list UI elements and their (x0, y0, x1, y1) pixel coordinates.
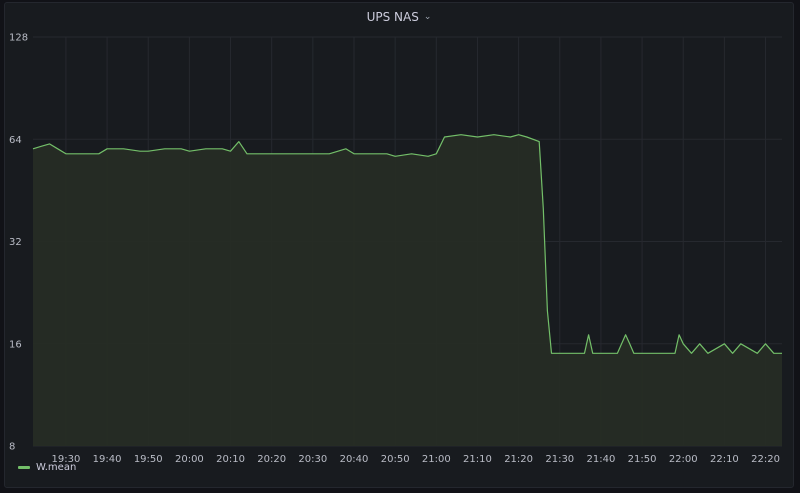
legend-label[interactable]: W.mean (36, 462, 76, 473)
x-tick-label: 20:10 (216, 454, 245, 465)
y-tick-label: 8 (9, 442, 15, 453)
x-tick-label: 21:00 (422, 454, 451, 465)
legend-swatch (18, 466, 30, 469)
x-tick-label: 20:30 (298, 454, 327, 465)
x-tick-label: 20:00 (175, 454, 204, 465)
y-tick-label: 64 (9, 135, 22, 146)
y-tick-label: 16 (9, 339, 22, 350)
y-axis: 8 16 32 64 128 (9, 33, 28, 453)
x-tick-label: 21:50 (628, 454, 657, 465)
x-tick-label: 19:50 (134, 454, 163, 465)
x-tick-label: 21:40 (587, 454, 616, 465)
series-area (33, 134, 782, 446)
x-tick-label: 21:30 (545, 454, 574, 465)
x-tick-label: 19:40 (93, 454, 122, 465)
x-tick-label: 20:20 (257, 454, 286, 465)
legend[interactable]: W.mean (18, 462, 76, 473)
x-axis: 19:30 19:40 19:50 20:00 20:10 20:20 20:30 20:40… (52, 454, 780, 465)
x-tick-label: 22:20 (751, 454, 780, 465)
x-tick-label: 21:10 (463, 454, 492, 465)
x-tick-label: 20:50 (381, 454, 410, 465)
y-tick-label: 128 (9, 33, 28, 44)
chart-canvas: 8163264128 19:30 19:40 19:50 20:00 20:10 20:2… (9, 33, 782, 465)
x-tick-label: 20:40 (340, 454, 369, 465)
x-tick-label: 22:00 (669, 454, 698, 465)
series-group (32, 134, 782, 446)
x-tick-label: 21:20 (504, 454, 533, 465)
x-tick-label: 22:10 (710, 454, 739, 465)
y-tick-label: 32 (9, 237, 22, 248)
